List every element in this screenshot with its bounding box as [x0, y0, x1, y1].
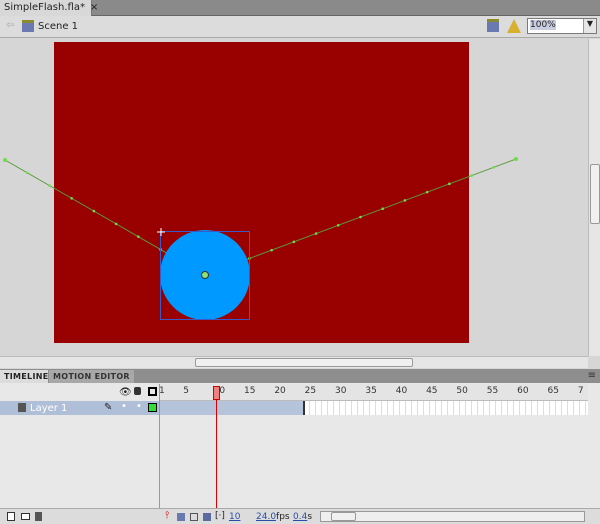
stage-area [0, 39, 588, 356]
fps-value[interactable]: 24.0 [256, 512, 276, 522]
motion-path-point [70, 197, 73, 200]
time-value[interactable]: 0.4 [293, 512, 307, 522]
motion-path-point [448, 182, 451, 186]
motion-path-point [292, 240, 296, 244]
motion-path-point [359, 215, 362, 219]
pane-divider [159, 384, 160, 509]
stage [54, 42, 469, 343]
tween-span[interactable] [160, 401, 305, 415]
frame-label: 40 [395, 386, 408, 396]
visibility-dot[interactable]: • [121, 401, 127, 412]
elapsed-time: 0.4s [293, 512, 312, 522]
edit-symbols-icon[interactable] [507, 19, 521, 33]
new-layer-icon[interactable] [7, 512, 15, 521]
timeline-panel-header: TIMELINE MOTION EDITOR ≡ [0, 369, 600, 383]
back-arrow-icon[interactable]: ⇦ [6, 20, 14, 31]
modify-markers-icon[interactable]: [·] [215, 511, 225, 521]
eye-icon[interactable]: 👁 [119, 387, 132, 398]
document-title: SimpleFlash.fla* [4, 2, 85, 13]
scene-label[interactable]: Scene 1 [38, 21, 78, 32]
frame-label: 15 [243, 386, 256, 396]
vertical-scrollbar[interactable] [588, 39, 600, 356]
motion-path-point [514, 157, 518, 161]
trash-icon[interactable] [35, 512, 42, 521]
new-folder-icon[interactable] [21, 513, 30, 520]
motion-path-point [48, 184, 51, 187]
stage-canvas [3, 42, 518, 343]
motion-path-point [25, 171, 29, 175]
edit-multiple-frames-icon[interactable] [203, 513, 211, 521]
timeline-status-bar: ⫯ [·] 10 24.0fps 0.4s [0, 508, 600, 524]
edit-scene-icon[interactable] [487, 19, 499, 32]
zoom-value: 100% [530, 20, 556, 30]
tab-motion-editor[interactable]: MOTION EDITOR [49, 370, 134, 383]
motion-path-point [314, 232, 318, 235]
frame-label: 20 [274, 386, 286, 396]
frame-label: 65 [547, 386, 559, 396]
layer-icon [18, 403, 26, 412]
scene-clapper-icon [22, 20, 34, 32]
frame-label: 50 [456, 386, 468, 396]
motion-path-point [3, 158, 7, 162]
lock-dot[interactable]: • [136, 401, 142, 412]
playhead[interactable] [212, 386, 220, 400]
panel-menu-icon[interactable]: ≡ [588, 370, 596, 381]
layer-color-swatch[interactable] [148, 403, 157, 412]
frame-label: 7 [577, 386, 584, 396]
horizontal-scrollbar[interactable] [0, 356, 588, 368]
time-unit: s [307, 512, 313, 522]
frame-label: 25 [304, 386, 317, 396]
outline-icon[interactable] [148, 387, 157, 396]
current-frame[interactable]: 10 [229, 512, 240, 522]
frame-label: 35 [365, 386, 377, 396]
center-frame-icon[interactable]: ⫯ [165, 510, 169, 521]
motion-path-point [425, 190, 429, 194]
onion-outlines-icon[interactable] [190, 513, 198, 521]
motion-path-point [403, 199, 407, 202]
registration-point[interactable] [201, 271, 209, 279]
close-tab-icon[interactable]: × [90, 2, 98, 13]
frame-ruler[interactable]: 151015202530354045505560657 [159, 384, 588, 401]
motion-path-point [270, 248, 273, 252]
playhead-line [215, 400, 217, 508]
frame-label: 30 [335, 386, 347, 396]
chevron-down-icon[interactable]: ▼ [583, 19, 596, 33]
motion-path-point [470, 174, 473, 177]
onion-skin-icon[interactable] [177, 513, 185, 521]
layer-name[interactable]: Layer 1 [30, 403, 67, 414]
layer-row[interactable]: Layer 1 ✎ • • [0, 401, 160, 415]
motion-path-point [137, 235, 140, 238]
motion-path-point [492, 165, 496, 169]
zoom-select[interactable]: 100% ▼ [527, 18, 597, 34]
document-tab[interactable]: SimpleFlash.fla* × [0, 0, 98, 16]
frame-label: 45 [426, 386, 438, 396]
motion-path-point [114, 222, 118, 226]
frame-label: 60 [517, 386, 529, 396]
frame-label: 55 [486, 386, 499, 396]
timeline-hscrollbar[interactable] [320, 511, 585, 522]
frame-rate[interactable]: 24.0fps [256, 512, 290, 522]
fps-unit: fps [276, 512, 290, 522]
pencil-icon: ✎ [104, 402, 113, 413]
motion-path-point [336, 223, 340, 227]
lock-icon[interactable] [134, 387, 141, 395]
edit-bar: ⇦ Scene 1 [0, 16, 600, 38]
document-tab-bar: SimpleFlash.fla* × [0, 0, 600, 16]
motion-path-point [92, 209, 96, 213]
motion-path-point [381, 207, 385, 211]
tab-timeline[interactable]: TIMELINE [0, 370, 48, 383]
frame-label: 5 [183, 386, 189, 396]
